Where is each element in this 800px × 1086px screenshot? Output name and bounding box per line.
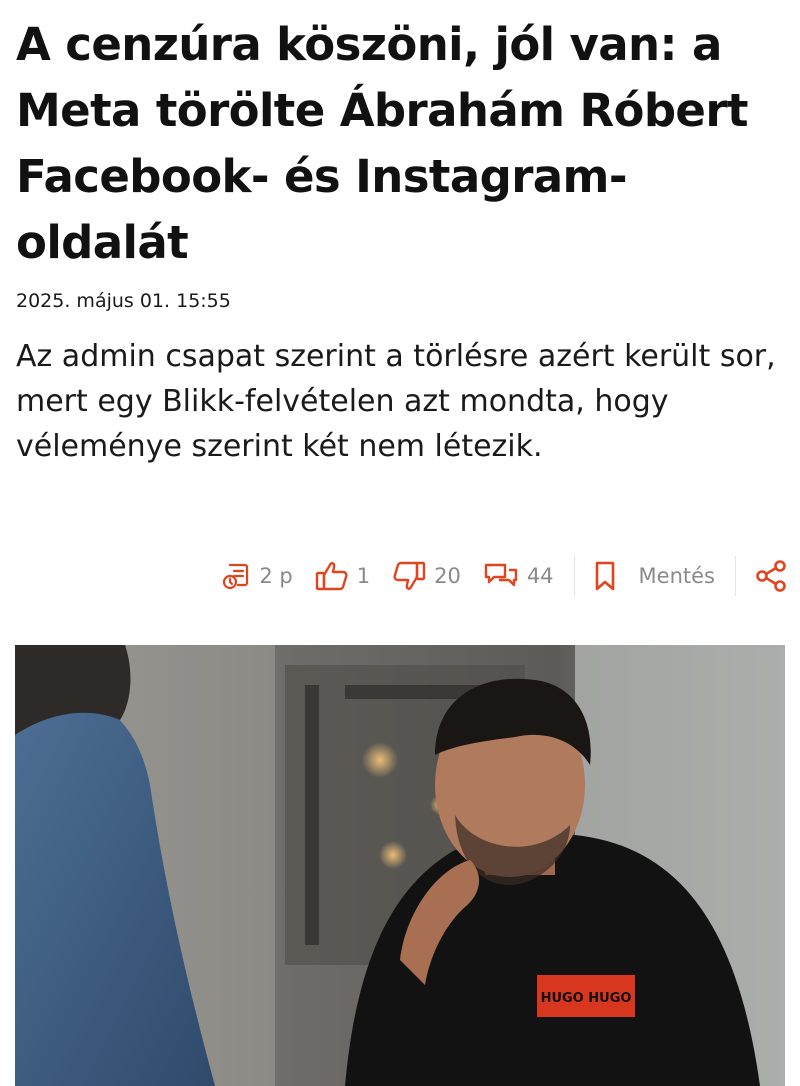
comment-count: 44 bbox=[526, 564, 554, 588]
toolbar-divider bbox=[735, 556, 736, 596]
article-title: A cenzúra köszöni, jól van: a Meta töröl… bbox=[16, 18, 748, 269]
article-date: 2025. május 01. 15:55 bbox=[16, 290, 231, 312]
thumbs-down-icon bbox=[392, 560, 426, 592]
toolbar-divider bbox=[573, 556, 575, 596]
article-photo: HUGO HUGO bbox=[15, 645, 785, 1086]
like-count: 1 bbox=[356, 564, 371, 588]
thumbs-up-icon bbox=[315, 560, 349, 592]
reading-time-icon bbox=[221, 561, 251, 591]
dislike-button[interactable]: 20 bbox=[392, 560, 461, 592]
bookmark-icon bbox=[593, 560, 617, 592]
comments-button[interactable]: 44 bbox=[483, 561, 554, 591]
save-button[interactable]: Mentés bbox=[593, 560, 715, 592]
dislike-count: 20 bbox=[434, 564, 461, 588]
save-label: Mentés bbox=[638, 564, 715, 588]
share-icon bbox=[754, 559, 788, 593]
reading-time: 2 p bbox=[221, 561, 293, 591]
article-toolbar: 2 p 1 20 44 Mentés bbox=[221, 552, 788, 600]
comments-icon bbox=[483, 561, 519, 591]
reading-time-value: 2 p bbox=[259, 564, 293, 588]
share-button[interactable] bbox=[754, 559, 788, 593]
shirt-logo: HUGO HUGO bbox=[541, 991, 632, 1006]
like-button[interactable]: 1 bbox=[315, 560, 370, 592]
article-lead: Az admin csapat szerint a törlésre azért… bbox=[16, 339, 776, 464]
